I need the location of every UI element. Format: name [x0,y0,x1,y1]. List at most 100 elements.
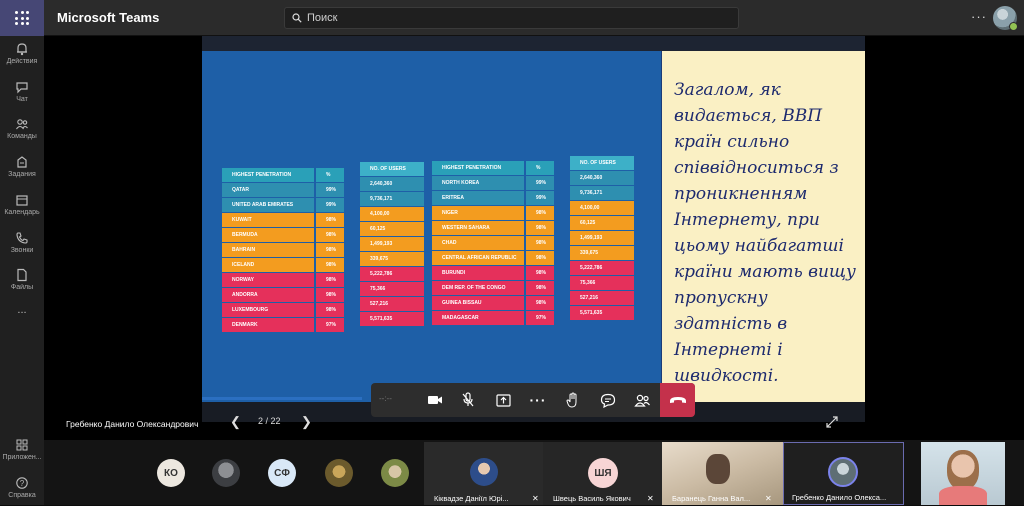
table-cell-users: 527,216 [360,297,424,311]
rail-item-calendar[interactable]: Календарь [0,189,44,223]
table-cell-country: ANDORRA [222,288,314,302]
camera-button[interactable] [418,383,452,417]
rail-item-label: Команды [7,133,37,140]
participant-video [947,450,979,490]
table-cell-country: UNITED ARAB EMIRATES [222,198,314,212]
table-cell-percent: 98% [526,236,554,250]
title-bar: Microsoft Teams ··· [0,0,1024,36]
chat-button[interactable] [591,383,625,417]
hangup-button[interactable] [660,383,695,417]
table-header-users: NO. OF USERS [360,162,424,176]
mic-off-icon: ✕ [647,494,654,503]
participants-button[interactable] [625,383,659,417]
fullscreen-button[interactable] [826,415,838,433]
table-cell-country: CHAD [432,236,524,250]
assignments-icon [17,156,27,168]
chat-icon [600,393,616,408]
participant-avatar[interactable]: КО [157,459,185,487]
previous-slide-button[interactable]: ❮ [230,414,241,430]
waffle-icon [15,11,29,25]
mic-button[interactable] [451,383,485,417]
search-input[interactable] [307,10,727,26]
hangup-icon [669,397,686,403]
table-cell-country: MADAGASCAR [432,311,524,325]
table-header-percent: % [316,168,344,182]
rail-item-teams[interactable]: Команды [0,113,44,147]
table-cell-country: BURUNDI [432,266,524,280]
table-cell-percent: 98% [526,296,554,310]
participant-name: Гребенко Данило Олекса... [792,493,887,502]
rail-item-activity[interactable]: Действия [0,38,44,72]
table-cell-percent: 99% [526,176,554,190]
table-cell-percent: 98% [526,221,554,235]
table-cell-country: DENMARK [222,318,314,332]
participant-tile[interactable]: ШЯ Швець Василь Якович ✕ [543,442,662,505]
share-button[interactable] [486,383,520,417]
participant-video [706,454,730,484]
slide-header-bar [202,36,865,51]
more-options-button[interactable]: ··· [971,9,987,24]
table-cell-country: BERMUDA [222,228,314,242]
help-icon: ? [16,477,28,489]
table-cell-country: ICELAND [222,258,314,272]
table-cell-users: 60,125 [360,222,424,236]
table-cell-percent: 99% [526,191,554,205]
rail-item-more[interactable]: ... [0,304,44,338]
participant-avatar[interactable] [212,459,240,487]
rail-item-calls[interactable]: Звонки [0,227,44,261]
calendar-icon [16,195,28,206]
table-cell-users: 2,640,360 [570,171,634,185]
mic-off-icon: ✕ [765,494,772,503]
slide-page-indicator: 2 / 22 [258,416,281,426]
rail-item-label: Чат [16,96,28,103]
rail-item-label: Календарь [4,209,40,216]
rail-item-help[interactable]: ? Справка [0,472,44,506]
rail-item-assignments[interactable]: Задания [0,151,44,185]
table-cell-users: 1,499,193 [570,231,634,245]
table-cell-percent: 98% [526,281,554,295]
participant-tile[interactable]: Кіквадзе Даніїл Юрі... ✕ [424,442,543,505]
rail-item-apps[interactable]: Приложен... [0,434,44,468]
table-cell-users: 527,216 [570,291,634,305]
table-cell-users: 1,499,193 [360,237,424,251]
participant-avatar[interactable] [381,459,409,487]
svg-text:?: ? [20,479,25,488]
table-cell-users: 339,675 [570,246,634,260]
user-avatar[interactable] [993,6,1018,31]
table-cell-users: 75,366 [570,276,634,290]
app-rail: Действия Чат Команды Задания Календарь З… [0,36,44,505]
participant-avatar[interactable] [325,459,353,487]
participant-tile-active[interactable]: Гребенко Данило Олекса... [783,442,904,505]
rail-item-label: Звонки [10,247,34,254]
rail-item-files[interactable]: Файлы [0,264,44,298]
participant-avatar[interactable]: СФ [268,459,296,487]
participant-video-tile[interactable]: Баранець Ганна Вал... ✕ [662,442,783,505]
meeting-controls: --:-- ··· [371,383,695,417]
table-cell-country: WESTERN SAHARA [432,221,524,235]
raise-hand-icon [566,392,577,408]
table-cell-country: DEM REP. OF THE CONGO [432,281,524,295]
chat-icon [16,82,28,94]
rail-item-chat[interactable]: Чат [0,76,44,110]
raise-hand-button[interactable] [556,383,590,417]
rail-item-label: Задания [8,171,36,178]
self-video-tile[interactable] [921,442,1005,505]
participant-name: Кіквадзе Даніїл Юрі... [434,494,509,503]
table-header-percent: % [526,161,554,175]
slide-progress-bar [202,397,362,400]
table-cell-users: 9,736,171 [360,192,424,206]
table-header-country: HIGHEST PENETRATION [432,161,524,175]
app-launcher-button[interactable] [0,0,44,36]
table-cell-percent: 99% [316,183,344,197]
table-cell-users: 60,125 [570,216,634,230]
slide-text: Загалом, як видається, ВВП країн сильно … [674,80,856,386]
table-cell-country: QATAR [222,183,314,197]
rail-item-label: Файлы [10,284,34,291]
table-cell-users: 5,571,635 [570,306,634,320]
next-slide-button[interactable]: ❯ [301,414,312,430]
search-box[interactable] [284,7,739,29]
table-cell-percent: 98% [526,206,554,220]
more-actions-button[interactable]: ··· [521,383,555,417]
mic-off-icon [462,392,474,407]
table-cell-country: NIGER [432,206,524,220]
